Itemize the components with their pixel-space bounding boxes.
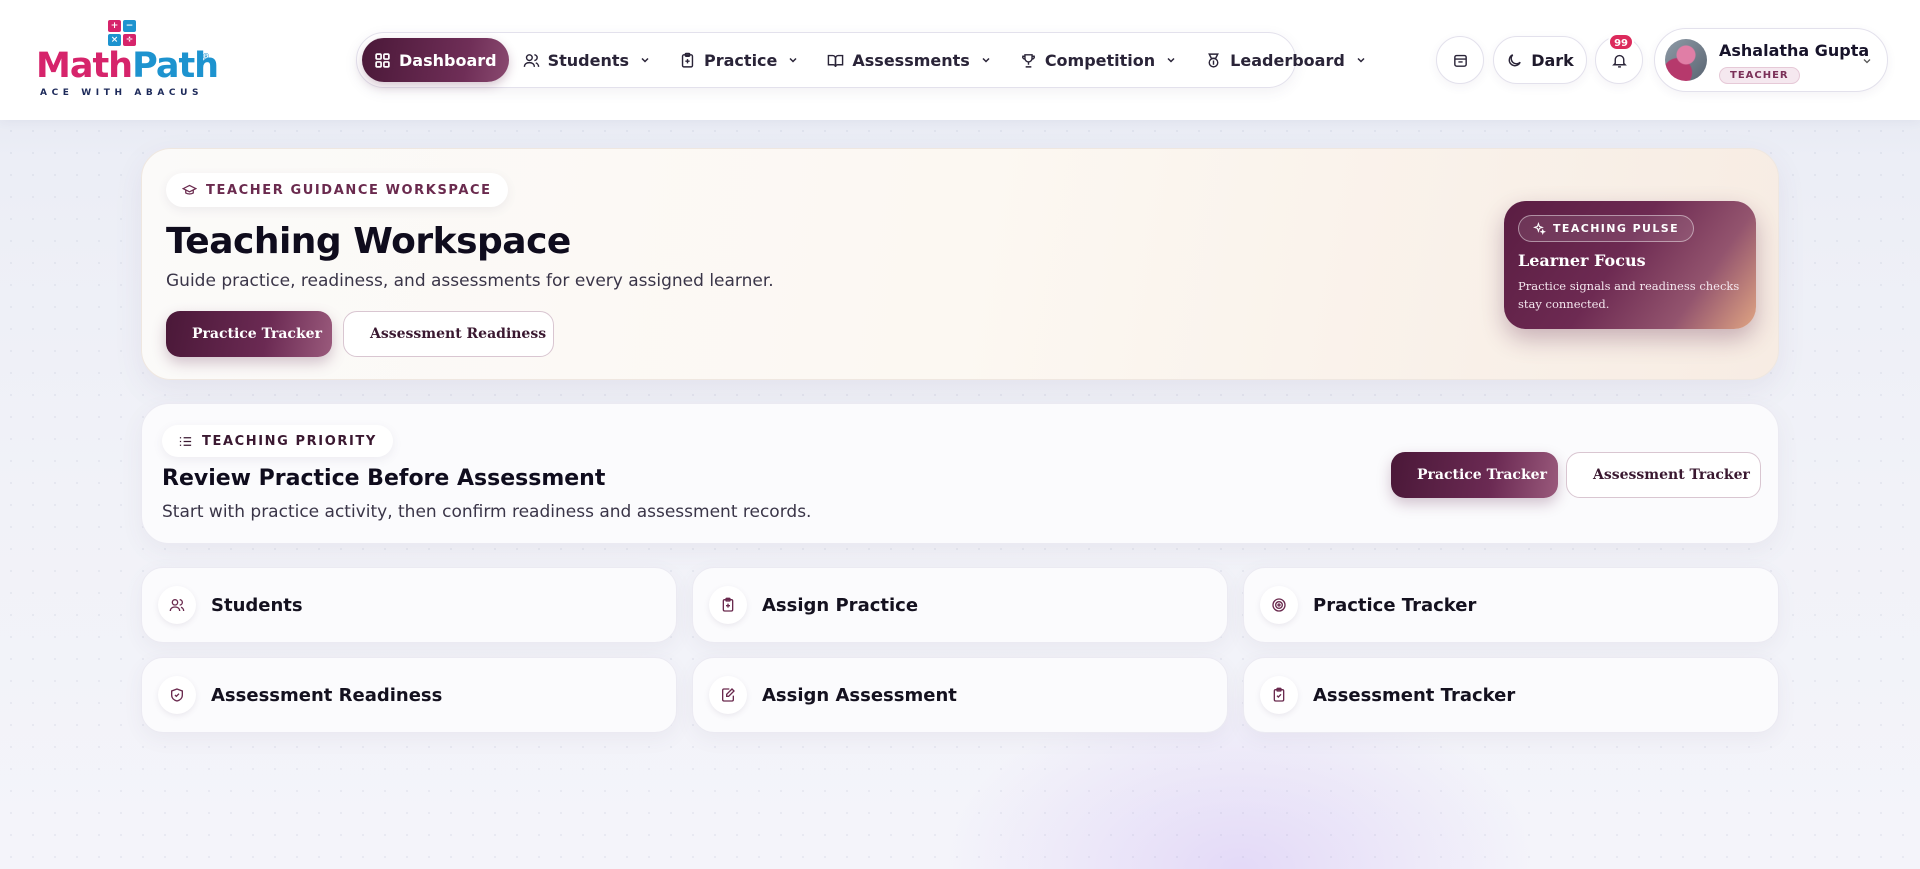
shield-check-icon bbox=[171, 688, 183, 702]
target-icon bbox=[1272, 598, 1286, 612]
nav-label: Leaderboard bbox=[1230, 50, 1345, 70]
notifications-button[interactable]: 99 bbox=[1595, 33, 1643, 84]
users-icon bbox=[169, 599, 185, 612]
theme-toggle-button[interactable]: Dark bbox=[1493, 36, 1587, 84]
quick-link-assessment-tracker[interactable]: Assessment Tracker bbox=[1243, 657, 1779, 733]
nav-label: Dashboard bbox=[399, 50, 497, 70]
user-role-badge: TEACHER bbox=[1719, 67, 1800, 84]
user-profile-menu[interactable]: Ashalatha Gupta TEACHER bbox=[1654, 28, 1888, 92]
hero-eyebrow-label: TEACHER GUIDANCE WORKSPACE bbox=[206, 182, 492, 198]
calendar-icon bbox=[1453, 54, 1467, 67]
assessment-readiness-button[interactable]: Assessment Readiness bbox=[343, 311, 554, 357]
user-name: Ashalatha Gupta bbox=[1719, 41, 1870, 60]
nav-label: Assessments bbox=[852, 50, 970, 70]
quick-link-label: Assessment Readiness bbox=[211, 684, 443, 706]
page-subtitle: Guide practice, readiness, and assessmen… bbox=[166, 271, 774, 291]
quick-link-label: Assign Assessment bbox=[762, 684, 957, 706]
open-book-icon bbox=[828, 54, 844, 67]
graduation-cap-icon bbox=[182, 184, 197, 195]
button-label: Practice Tracker bbox=[192, 326, 322, 342]
sparkles-icon bbox=[1533, 222, 1546, 235]
button-label: Assessment Tracker bbox=[1593, 467, 1750, 483]
nav-competition[interactable]: Competition bbox=[1006, 38, 1191, 82]
chevron-down-icon bbox=[789, 57, 797, 63]
quick-link-icon-wrap bbox=[1260, 676, 1298, 714]
chevron-down-icon bbox=[982, 57, 990, 63]
pulse-eyebrow-label: TEACHING PULSE bbox=[1553, 222, 1680, 235]
teaching-priority-panel: TEACHING PRIORITY Review Practice Before… bbox=[141, 403, 1779, 544]
theme-label: Dark bbox=[1531, 50, 1574, 70]
hero-eyebrow: TEACHER GUIDANCE WORKSPACE bbox=[166, 173, 508, 207]
quick-link-assign-practice[interactable]: Assign Practice bbox=[692, 567, 1228, 643]
teaching-pulse-card: TEACHING PULSE Learner Focus Practice si… bbox=[1504, 201, 1756, 329]
quick-link-icon-wrap bbox=[709, 586, 747, 624]
trophy-icon bbox=[1021, 53, 1035, 68]
priority-eyebrow: TEACHING PRIORITY bbox=[162, 425, 393, 457]
practice-tracker-button[interactable]: Practice Tracker bbox=[166, 311, 332, 357]
chevron-down-icon bbox=[641, 57, 649, 63]
quick-link-practice-tracker[interactable]: Practice Tracker bbox=[1243, 567, 1779, 643]
clipboard-plus-icon bbox=[722, 597, 734, 612]
nav-practice[interactable]: Practice bbox=[665, 38, 813, 82]
quick-link-icon-wrap bbox=[1260, 586, 1298, 624]
priority-eyebrow-label: TEACHING PRIORITY bbox=[202, 433, 377, 449]
quick-link-assign-assessment[interactable]: Assign Assessment bbox=[692, 657, 1228, 733]
clipboard-check-icon bbox=[1273, 687, 1285, 702]
hero-panel: TEACHER GUIDANCE WORKSPACE Teaching Work… bbox=[141, 148, 1779, 380]
chevron-down-icon bbox=[1357, 57, 1365, 63]
notification-count-badge: 99 bbox=[1608, 33, 1634, 51]
pulse-eyebrow: TEACHING PULSE bbox=[1518, 215, 1695, 242]
nav-label: Students bbox=[547, 50, 630, 70]
logo-math-squares-icon: + − × ÷ bbox=[108, 20, 138, 48]
nav-leaderboard[interactable]: Leaderboard bbox=[1191, 38, 1381, 82]
quick-link-label: Practice Tracker bbox=[1313, 594, 1477, 616]
chevron-down-icon bbox=[1863, 59, 1871, 64]
button-label: Assessment Readiness bbox=[370, 326, 547, 342]
quick-link-assessment-readiness[interactable]: Assessment Readiness bbox=[141, 657, 677, 733]
priority-title: Review Practice Before Assessment bbox=[162, 466, 606, 491]
logo-tagline: ACE WITH ABACUS bbox=[40, 88, 204, 98]
moon-icon bbox=[1508, 53, 1522, 66]
logo-wordmark: MathPath bbox=[36, 46, 219, 86]
pulse-title: Learner Focus bbox=[1518, 251, 1646, 270]
dashboard-grid-icon bbox=[375, 52, 390, 68]
button-label: Practice Tracker bbox=[1417, 467, 1547, 483]
quick-link-students[interactable]: Students bbox=[141, 567, 677, 643]
registered-mark-icon: ® bbox=[202, 52, 210, 61]
page-title: Teaching Workspace bbox=[166, 221, 571, 262]
nav-students[interactable]: Students bbox=[509, 38, 665, 82]
main-nav: Dashboard Students Practice Assessments … bbox=[356, 32, 1365, 88]
practice-tracker-button[interactable]: Practice Tracker bbox=[1391, 452, 1558, 498]
edit-document-icon bbox=[722, 688, 735, 702]
quick-link-label: Assign Practice bbox=[762, 594, 919, 616]
priority-subtitle: Start with practice activity, then confi… bbox=[162, 502, 812, 522]
assessment-tracker-button[interactable]: Assessment Tracker bbox=[1566, 452, 1761, 498]
pulse-description: Practice signals and readiness checks st… bbox=[1518, 279, 1740, 311]
users-icon bbox=[523, 53, 539, 67]
nav-label: Competition bbox=[1044, 50, 1156, 70]
quick-link-icon-wrap bbox=[158, 586, 196, 624]
award-medal-icon bbox=[1208, 52, 1220, 68]
quick-link-icon-wrap bbox=[709, 676, 747, 714]
bell-icon bbox=[1611, 54, 1627, 68]
quick-link-label: Assessment Tracker bbox=[1313, 684, 1516, 706]
list-icon bbox=[179, 436, 192, 446]
avatar bbox=[1665, 39, 1707, 81]
nav-dashboard[interactable]: Dashboard bbox=[362, 38, 509, 82]
nav-label: Practice bbox=[704, 50, 778, 70]
clipboard-plus-icon bbox=[681, 52, 694, 68]
nav-assessments[interactable]: Assessments bbox=[813, 38, 1005, 82]
brand-logo[interactable]: + − × ÷ MathPath ® ACE WITH ABACUS bbox=[32, 16, 219, 104]
quick-link-icon-wrap bbox=[158, 676, 196, 714]
top-header: + − × ÷ MathPath ® ACE WITH ABACUS Dashb… bbox=[0, 0, 1920, 120]
calendar-button[interactable] bbox=[1436, 36, 1484, 84]
chevron-down-icon bbox=[1167, 57, 1175, 63]
quick-link-label: Students bbox=[211, 594, 303, 616]
